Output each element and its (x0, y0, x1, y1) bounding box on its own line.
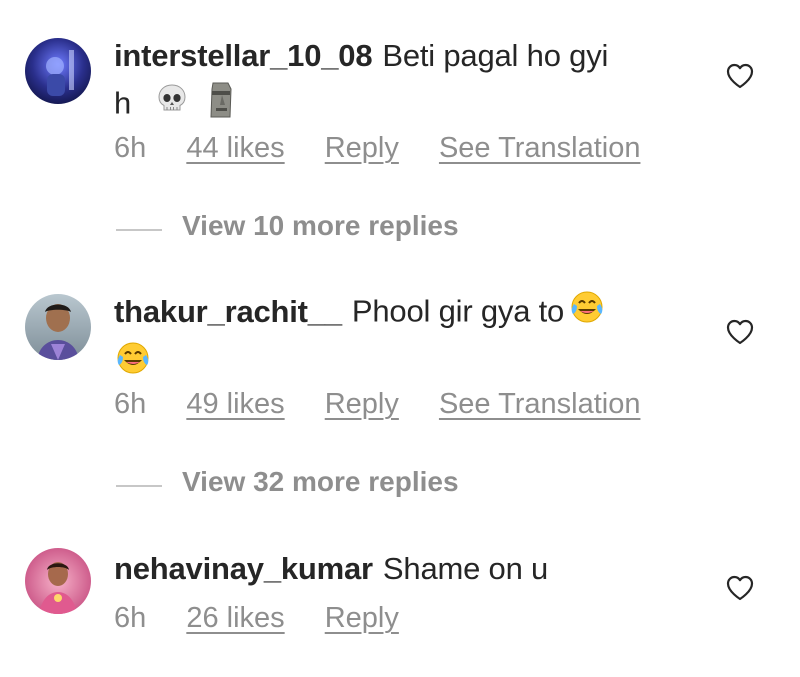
replies-divider (116, 229, 162, 231)
reply-link[interactable]: Reply (325, 132, 399, 165)
comment-text: interstellar_10_08 Beti pagal ho gyi h (114, 33, 694, 132)
comment-body: Beti pagal ho gyi (382, 38, 609, 73)
likes-count-link[interactable]: 44 likes (186, 132, 284, 165)
heart-icon[interactable] (726, 319, 754, 345)
comment-body: Shame on u (382, 551, 549, 586)
comment-item: thakur_rachit__ Phool gir gya to 6h 49 l… (0, 270, 800, 530)
comment-timestamp: 6h (114, 388, 147, 420)
avatar-image (25, 294, 91, 360)
reply-link[interactable]: Reply (325, 602, 399, 635)
replies-divider (116, 485, 162, 487)
comment-meta: 6h 26 likes Reply (114, 602, 431, 635)
likes-count-link[interactable]: 26 likes (186, 602, 284, 635)
comment-timestamp: 6h (114, 602, 147, 634)
tears-of-joy-emoji (568, 288, 606, 339)
skull-emoji (155, 82, 189, 129)
view-more-replies-label: View 32 more replies (182, 466, 459, 497)
see-translation-link[interactable]: See Translation (439, 388, 641, 421)
avatar-image (25, 548, 91, 614)
comment-username[interactable]: thakur_rachit__ (114, 294, 342, 329)
comment-meta: 6h 49 likes Reply See Translation (114, 388, 672, 421)
comment-body: Phool gir gya to (351, 293, 565, 329)
comment-meta: 6h 44 likes Reply See Translation (114, 132, 672, 165)
comment-username[interactable]: nehavinay_kumar (114, 551, 373, 586)
view-more-replies-label: View 10 more replies (182, 210, 459, 241)
likes-count-link[interactable]: 49 likes (186, 388, 284, 421)
heart-icon[interactable] (726, 575, 754, 601)
comment-text: nehavinay_kumar Shame on u (114, 546, 694, 592)
moai-emoji (206, 79, 236, 132)
comment-body-continued: h (114, 85, 132, 121)
avatar[interactable] (25, 548, 91, 614)
avatar[interactable] (25, 294, 91, 360)
tears-of-joy-emoji (114, 339, 152, 390)
comment-username[interactable]: interstellar_10_08 (114, 38, 373, 73)
avatar[interactable] (25, 38, 91, 104)
see-translation-link[interactable]: See Translation (439, 132, 641, 165)
comment-text: thakur_rachit__ Phool gir gya to (114, 288, 694, 390)
reply-link[interactable]: Reply (325, 388, 399, 421)
comment-item: interstellar_10_08 Beti pagal ho gyi h 6h… (0, 0, 800, 270)
comment-item: nehavinay_kumar Shame on u 6h 26 likes Re… (0, 530, 800, 677)
comment-timestamp: 6h (114, 132, 147, 164)
heart-icon[interactable] (726, 63, 754, 89)
avatar-image (25, 38, 91, 104)
